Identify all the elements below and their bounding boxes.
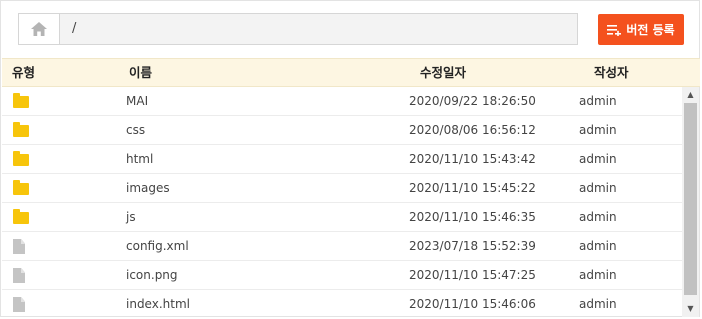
row-author: admin [579,152,617,166]
file-icon [13,239,25,254]
table-row[interactable]: icon.png 2020/11/10 15:47:25 admin [2,261,682,290]
table-row[interactable]: html 2020/11/10 15:43:42 admin [2,145,682,174]
list-add-icon [607,24,622,36]
row-modified: 2020/08/06 16:56:12 [409,123,536,137]
table-header: 유형 이름 수정일자 작성자 [2,58,700,87]
row-modified: 2020/11/10 15:47:25 [409,268,536,282]
table-row[interactable]: config.xml 2023/07/18 15:52:39 admin [2,232,682,261]
register-version-button[interactable]: 버전 등록 [598,14,684,45]
scrollbar-thumb[interactable] [684,103,697,295]
header-type[interactable]: 유형 [12,59,35,86]
row-name: css [126,123,146,137]
header-modified[interactable]: 수정일자 [420,59,466,86]
row-author: admin [579,268,617,282]
row-author: admin [579,123,617,137]
folder-icon [13,122,29,137]
header-name[interactable]: 이름 [129,59,152,86]
row-name: images [126,181,170,195]
home-button[interactable] [18,13,60,45]
row-name: js [126,210,136,224]
scroll-down-arrow-icon[interactable]: ▼ [682,301,699,317]
row-modified: 2020/09/22 18:26:50 [409,94,536,108]
row-modified: 2023/07/18 15:52:39 [409,239,536,253]
toolbar: / 버전 등록 [1,1,701,57]
file-icon [13,297,25,312]
folder-icon [13,151,29,166]
folder-icon [13,93,29,108]
home-icon [31,22,47,36]
row-name: icon.png [126,268,178,282]
row-name: MAI [126,94,149,108]
table-body: MAI 2020/09/22 18:26:50 admin css 2020/0… [2,87,682,317]
row-modified: 2020/11/10 15:43:42 [409,152,536,166]
file-icon [13,268,25,283]
header-author[interactable]: 작성자 [594,59,629,86]
row-author: admin [579,210,617,224]
row-name: config.xml [126,239,189,253]
table-row[interactable]: css 2020/08/06 16:56:12 admin [2,116,682,145]
folder-icon [13,180,29,195]
row-author: admin [579,181,617,195]
path-field[interactable]: / [60,13,578,45]
row-name: html [126,152,154,166]
folder-icon [13,209,29,224]
table-row[interactable]: js 2020/11/10 15:46:35 admin [2,203,682,232]
register-version-label: 버전 등록 [626,23,675,37]
row-modified: 2020/11/10 15:46:06 [409,297,536,311]
row-name: index.html [126,297,190,311]
table-row[interactable]: index.html 2020/11/10 15:46:06 admin [2,290,682,317]
row-author: admin [579,297,617,311]
scroll-up-arrow-icon[interactable]: ▲ [682,87,699,103]
file-browser-panel: / 버전 등록 유형 이름 수정일자 작성자 MAI 2020/09/22 18… [0,0,700,317]
vertical-scrollbar[interactable]: ▲ ▼ [682,87,699,317]
row-author: admin [579,239,617,253]
row-modified: 2020/11/10 15:45:22 [409,181,536,195]
row-modified: 2020/11/10 15:46:35 [409,210,536,224]
table-row[interactable]: MAI 2020/09/22 18:26:50 admin [2,87,682,116]
row-author: admin [579,94,617,108]
table-row[interactable]: images 2020/11/10 15:45:22 admin [2,174,682,203]
